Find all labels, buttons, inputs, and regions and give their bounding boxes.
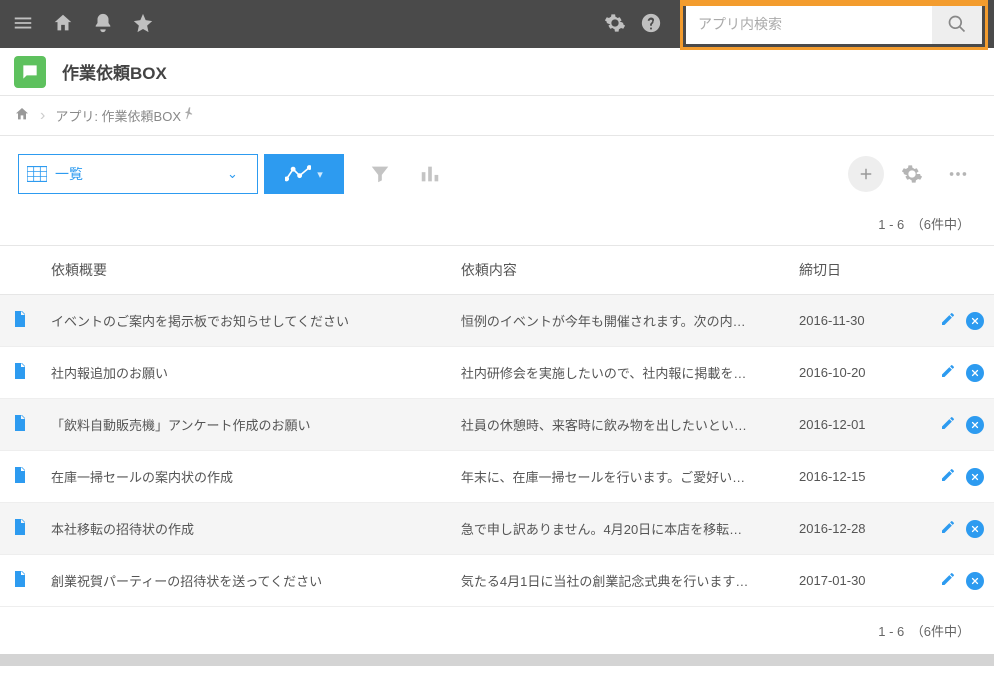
star-icon[interactable] bbox=[132, 12, 154, 37]
plus-icon bbox=[857, 165, 875, 183]
delete-button[interactable] bbox=[966, 520, 984, 538]
cell-summary: 創業祝賀パーティーの招待状を送ってください bbox=[41, 555, 451, 607]
cell-deadline: 2016-10-20 bbox=[789, 347, 912, 399]
document-icon bbox=[13, 519, 27, 535]
bell-icon[interactable] bbox=[92, 12, 114, 37]
add-button[interactable] bbox=[848, 156, 884, 192]
cell-summary: 「飲料自動販売機」アンケート作成のお願い bbox=[41, 399, 451, 451]
cell-deadline: 2016-12-01 bbox=[789, 399, 912, 451]
filter-icon bbox=[369, 163, 391, 185]
document-icon bbox=[13, 311, 27, 327]
table-row[interactable]: イベントのご案内を掲示板でお知らせしてください恒例のイベントが今年も開催されます… bbox=[0, 295, 994, 347]
bar-chart-button[interactable] bbox=[408, 154, 452, 194]
cell-content: 年末に、在庫一掃セールを行います。ご愛好い… bbox=[451, 451, 789, 503]
chevron-down-icon: ▾ bbox=[317, 168, 323, 181]
document-icon bbox=[13, 467, 27, 483]
breadcrumb: › アプリ: 作業依頼BOX bbox=[0, 96, 994, 136]
column-header-deadline[interactable]: 締切日 bbox=[789, 246, 912, 295]
pagination-top: 1 - 6 （6件中） bbox=[0, 208, 994, 245]
table-row[interactable]: 「飲料自動販売機」アンケート作成のお願い社員の休憩時、来客時に飲み物を出したいと… bbox=[0, 399, 994, 451]
table-row[interactable]: 本社移転の招待状の作成急で申し訳ありません。4月20日に本店を移転…2016-1… bbox=[0, 503, 994, 555]
edit-button[interactable] bbox=[940, 519, 956, 538]
search-icon bbox=[947, 14, 967, 34]
delete-button[interactable] bbox=[966, 572, 984, 590]
document-icon bbox=[13, 571, 27, 587]
delete-button[interactable] bbox=[966, 416, 984, 434]
records-table: 依頼概要 依頼内容 締切日 イベントのご案内を掲示板でお知らせしてください恒例の… bbox=[0, 245, 994, 607]
bar-chart-icon bbox=[419, 163, 441, 185]
cell-deadline: 2017-01-30 bbox=[789, 555, 912, 607]
list-view-icon bbox=[19, 166, 55, 182]
cell-content: 急で申し訳ありません。4月20日に本店を移転… bbox=[451, 503, 789, 555]
cell-summary: イベントのご案内を掲示板でお知らせしてください bbox=[41, 295, 451, 347]
footer-stripe bbox=[0, 654, 994, 666]
app-title: 作業依頼BOX bbox=[62, 59, 167, 84]
gear-icon bbox=[901, 163, 923, 185]
app-logo-icon bbox=[14, 56, 46, 88]
chevron-right-icon: › bbox=[40, 107, 45, 125]
breadcrumb-home-icon[interactable] bbox=[14, 106, 30, 125]
search-button[interactable] bbox=[932, 4, 982, 44]
cell-content: 気たる4月1日に当社の創業記念式典を行います… bbox=[451, 555, 789, 607]
menu-icon[interactable] bbox=[12, 12, 34, 37]
gear-icon[interactable] bbox=[604, 12, 626, 37]
global-nav bbox=[0, 0, 994, 48]
document-icon bbox=[13, 415, 27, 431]
breadcrumb-label: アプリ: 作業依頼BOX bbox=[55, 106, 181, 125]
edit-button[interactable] bbox=[940, 363, 956, 382]
pin-icon[interactable] bbox=[181, 106, 197, 125]
table-row[interactable]: 社内報追加のお願い社内研修会を実施したいので、社内報に掲載を…2016-10-2… bbox=[0, 347, 994, 399]
edit-button[interactable] bbox=[940, 415, 956, 434]
delete-button[interactable] bbox=[966, 468, 984, 486]
line-chart-icon bbox=[285, 164, 311, 184]
home-icon[interactable] bbox=[52, 12, 74, 37]
cell-content: 社内研修会を実施したいので、社内報に掲載を… bbox=[451, 347, 789, 399]
table-row[interactable]: 創業祝賀パーティーの招待状を送ってください気たる4月1日に当社の創業記念式典を行… bbox=[0, 555, 994, 607]
cell-content: 恒例のイベントが今年も開催されます。次の内… bbox=[451, 295, 789, 347]
cell-summary: 在庫一掃セールの案内状の作成 bbox=[41, 451, 451, 503]
more-horizontal-icon bbox=[947, 163, 969, 185]
cell-summary: 本社移転の招待状の作成 bbox=[41, 503, 451, 555]
view-selector[interactable]: 一覧 ⌄ bbox=[18, 154, 258, 194]
delete-button[interactable] bbox=[966, 364, 984, 382]
filter-button[interactable] bbox=[358, 154, 402, 194]
help-icon[interactable] bbox=[640, 12, 662, 37]
chevron-down-icon: ⌄ bbox=[227, 166, 257, 182]
edit-button[interactable] bbox=[940, 571, 956, 590]
column-header-content[interactable]: 依頼内容 bbox=[451, 246, 789, 295]
document-icon bbox=[13, 363, 27, 379]
search-container bbox=[686, 4, 982, 44]
cell-deadline: 2016-11-30 bbox=[789, 295, 912, 347]
settings-button[interactable] bbox=[894, 156, 930, 192]
column-header-summary[interactable]: 依頼概要 bbox=[41, 246, 451, 295]
cell-summary: 社内報追加のお願い bbox=[41, 347, 451, 399]
toolbar: 一覧 ⌄ ▾ bbox=[0, 136, 994, 208]
delete-button[interactable] bbox=[966, 312, 984, 330]
graph-button[interactable]: ▾ bbox=[264, 154, 344, 194]
more-button[interactable] bbox=[940, 156, 976, 192]
view-label: 一覧 bbox=[55, 164, 227, 184]
app-header: 作業依頼BOX bbox=[0, 48, 994, 96]
pagination-bottom: 1 - 6 （6件中） bbox=[0, 607, 994, 654]
search-input[interactable] bbox=[686, 16, 932, 32]
cell-content: 社員の休憩時、来客時に飲み物を出したいとい… bbox=[451, 399, 789, 451]
cell-deadline: 2016-12-15 bbox=[789, 451, 912, 503]
edit-button[interactable] bbox=[940, 467, 956, 486]
table-row[interactable]: 在庫一掃セールの案内状の作成年末に、在庫一掃セールを行います。ご愛好い…2016… bbox=[0, 451, 994, 503]
edit-button[interactable] bbox=[940, 311, 956, 330]
cell-deadline: 2016-12-28 bbox=[789, 503, 912, 555]
